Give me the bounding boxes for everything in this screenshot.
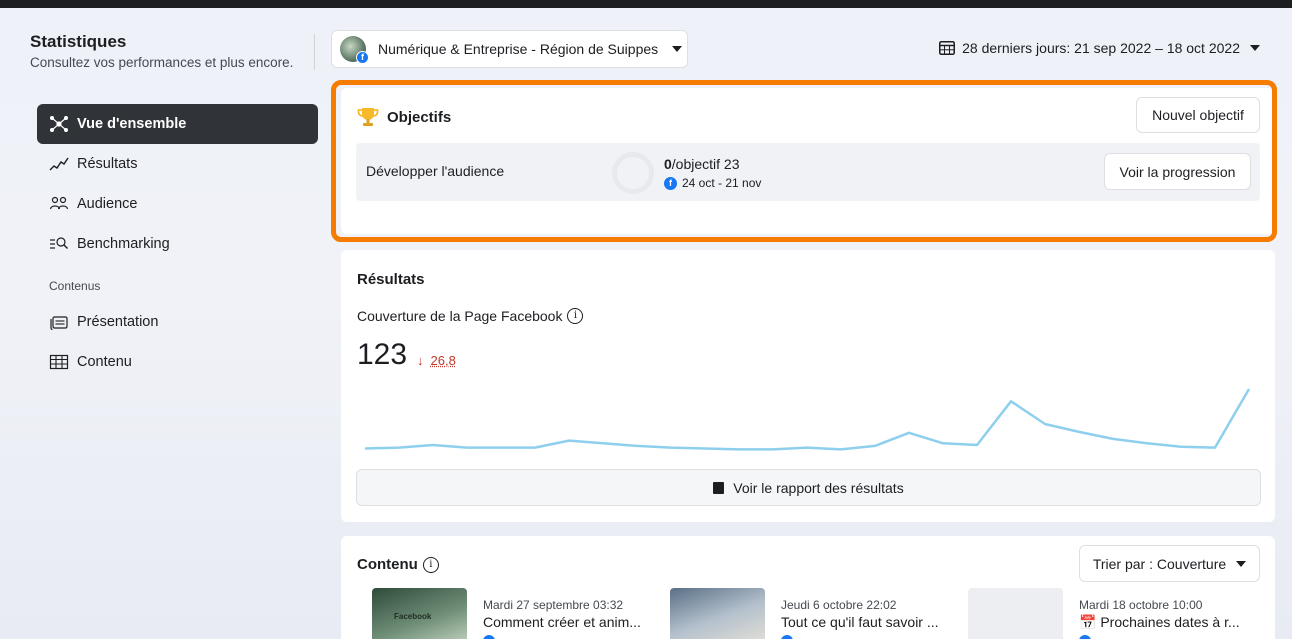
page-subtitle: Consultez vos performances et plus encor… — [30, 55, 293, 70]
date-range-selector[interactable]: 28 derniers jours: 21 sep 2022 – 18 oct … — [939, 40, 1260, 56]
sidebar-item-label: Résultats — [77, 156, 137, 172]
goal-progress: 0/objectif 23 — [664, 156, 740, 172]
reach-line-chart — [357, 378, 1257, 458]
sidebar-item-label: Présentation — [77, 314, 158, 330]
page-selector-label: Numérique & Entreprise - Région de Suipp… — [378, 41, 658, 57]
goals-title: Objectifs — [387, 109, 451, 126]
sort-label: Trier par : Couverture — [1093, 556, 1226, 572]
presentation-icon — [49, 312, 69, 332]
sidebar-item-label: Contenu — [77, 354, 132, 370]
view-progress-button[interactable]: Voir la progression — [1104, 153, 1251, 190]
view-report-button[interactable]: Voir le rapport des résultats — [356, 469, 1261, 506]
sidebar-item-audience[interactable]: Audience — [37, 184, 318, 224]
page-selector[interactable]: f Numérique & Entreprise - Région de Sui… — [331, 30, 688, 68]
sidebar-item-results[interactable]: Résultats — [37, 144, 318, 184]
sidebar-nav: Vue d'ensemble Résultats Audience Benchm… — [37, 104, 318, 382]
people-icon — [49, 194, 69, 214]
content-title: Contenu — [357, 556, 418, 573]
reach-delta-value: 26,8 — [431, 353, 456, 368]
benchmark-icon — [49, 234, 69, 254]
goal-row: Développer l'audience 0/objectif 23 f 24… — [356, 143, 1260, 201]
goal-progress-current: 0 — [664, 156, 672, 172]
goal-progress-target: /objectif 23 — [672, 156, 740, 172]
sidebar-item-label: Benchmarking — [77, 236, 170, 252]
reach-delta: ↓ 26,8 — [417, 353, 456, 368]
post-title: 📅 Prochaines dates à r... — [1079, 614, 1240, 631]
date-range-label: 28 derniers jours: 21 sep 2022 – 18 oct … — [962, 40, 1240, 56]
reach-metric-label: Couverture de la Page Facebook i — [357, 308, 583, 324]
top-bar — [0, 0, 1292, 8]
sidebar-item-presentation[interactable]: Présentation — [37, 302, 318, 342]
page-avatar: f — [340, 36, 366, 62]
chevron-down-icon — [1236, 561, 1246, 567]
post-title: Tout ce qu'il faut savoir ... — [781, 614, 939, 630]
reach-label-text: Couverture de la Page Facebook — [357, 308, 562, 324]
view-report-label: Voir le rapport des résultats — [733, 480, 903, 496]
sidebar-item-benchmarking[interactable]: Benchmarking — [37, 224, 318, 264]
goal-name: Développer l'audience — [366, 163, 504, 179]
reach-value: 123 — [357, 338, 407, 372]
trend-icon — [49, 154, 69, 174]
table-icon — [49, 352, 69, 372]
new-goal-button[interactable]: Nouvel objectif — [1136, 97, 1260, 133]
facebook-icon — [1079, 635, 1091, 639]
sidebar-item-label: Audience — [77, 196, 137, 212]
facebook-icon — [483, 635, 495, 639]
results-title: Résultats — [357, 271, 425, 288]
trophy-icon — [357, 107, 379, 127]
goals-header: Objectifs — [357, 107, 451, 127]
content-header: Contenu i — [357, 556, 439, 573]
page-title: Statistiques — [30, 32, 126, 52]
sidebar-section-label: Contenus — [37, 276, 318, 296]
down-arrow-icon: ↓ — [417, 353, 424, 368]
info-icon[interactable]: i — [567, 308, 583, 324]
post-date: Jeudi 6 octobre 22:02 — [781, 598, 896, 612]
post-thumbnail-text: Facebook — [394, 612, 431, 621]
sort-dropdown[interactable]: Trier par : Couverture — [1079, 545, 1260, 582]
chevron-down-icon — [1250, 45, 1260, 51]
post-date: Mardi 18 octobre 10:00 — [1079, 598, 1202, 612]
chevron-down-icon — [672, 46, 682, 52]
sidebar-item-label: Vue d'ensemble — [77, 116, 186, 132]
post-title: Comment créer et anim... — [483, 614, 641, 630]
overview-icon — [49, 114, 69, 134]
post-date: Mardi 27 septembre 03:32 — [483, 598, 623, 612]
goal-dates: f 24 oct - 21 nov — [664, 176, 761, 190]
facebook-icon: f — [356, 51, 369, 64]
report-icon — [713, 482, 724, 494]
post-thumbnail: Facebook — [372, 588, 467, 639]
goal-dates-label: 24 oct - 21 nov — [682, 176, 761, 190]
content-card: Contenu i Trier par : Couverture Faceboo… — [341, 536, 1275, 639]
results-card: Résultats Couverture de la Page Facebook… — [341, 250, 1275, 522]
goals-card: Objectifs Nouvel objectif Développer l'a… — [341, 88, 1275, 234]
goal-progress-ring — [612, 152, 654, 194]
facebook-icon: f — [664, 177, 677, 190]
facebook-icon — [781, 635, 793, 639]
reach-series-line — [365, 389, 1249, 449]
post-thumbnail — [968, 588, 1063, 639]
sidebar-item-overview[interactable]: Vue d'ensemble — [37, 104, 318, 144]
sidebar-item-content[interactable]: Contenu — [37, 342, 318, 382]
info-icon[interactable]: i — [423, 557, 439, 573]
header-divider — [314, 34, 315, 70]
calendar-icon — [939, 41, 955, 55]
post-thumbnail — [670, 588, 765, 639]
